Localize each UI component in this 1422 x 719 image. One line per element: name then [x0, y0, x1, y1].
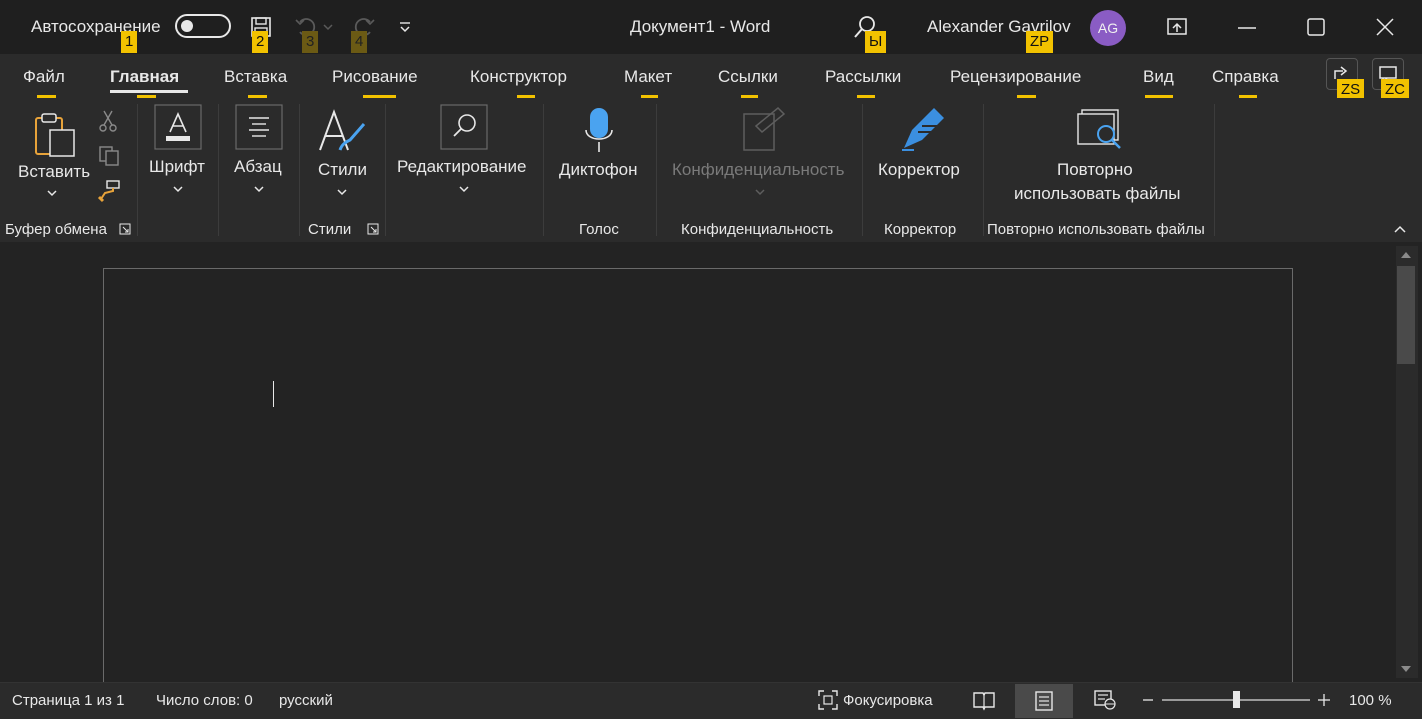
- editing-dropdown-icon[interactable]: [458, 184, 470, 194]
- reuse-files-icon[interactable]: [1074, 108, 1126, 154]
- group-separator: [299, 104, 300, 236]
- toggle-knob: [181, 20, 193, 32]
- customize-qat-icon[interactable]: [398, 20, 412, 34]
- tab-home[interactable]: Главная: [110, 67, 179, 87]
- zoom-out-icon[interactable]: [1142, 694, 1154, 706]
- sensitivity-dropdown-icon: [754, 187, 766, 197]
- tab-help[interactable]: Справка: [1212, 67, 1279, 87]
- ribbon-tab-row: [0, 54, 1422, 98]
- group-separator: [656, 104, 657, 236]
- group-label-sensitivity: Конфиденциальность: [681, 221, 834, 238]
- zoom-slider-thumb[interactable]: [1233, 691, 1240, 708]
- editing-icon[interactable]: [440, 104, 488, 150]
- tab-home-underline: [110, 90, 188, 93]
- styles-launcher-icon[interactable]: [367, 223, 379, 235]
- focus-icon[interactable]: [817, 689, 839, 711]
- ribbon-display-options-icon[interactable]: [1166, 16, 1188, 36]
- group-separator: [218, 104, 219, 236]
- scroll-up-icon[interactable]: [1400, 250, 1412, 260]
- paste-dropdown-icon[interactable]: [46, 188, 58, 198]
- minimize-icon[interactable]: [1238, 26, 1256, 30]
- group-label-styles: Стили: [308, 221, 352, 238]
- autosave-toggle[interactable]: [175, 14, 231, 38]
- tab-file[interactable]: Файл: [23, 67, 65, 87]
- close-icon[interactable]: [1376, 18, 1394, 36]
- styles-button-label[interactable]: Стили: [318, 160, 367, 180]
- group-label-clipboard: Буфер обмена: [5, 221, 107, 238]
- keytip-autosave: 1: [121, 31, 138, 53]
- tab-draw[interactable]: Рисование: [332, 67, 418, 87]
- group-separator: [862, 104, 863, 236]
- paragraph-button-label[interactable]: Абзац: [234, 157, 282, 177]
- keytip-search: Ы: [865, 31, 887, 53]
- zoom-in-icon[interactable]: [1317, 693, 1331, 707]
- scroll-down-icon[interactable]: [1400, 664, 1412, 674]
- editor-button-label[interactable]: Корректор: [878, 160, 960, 180]
- tab-insert[interactable]: Вставка: [224, 67, 287, 87]
- font-dropdown-icon[interactable]: [172, 184, 184, 194]
- format-painter-icon[interactable]: [97, 179, 121, 203]
- tab-view[interactable]: Вид: [1143, 67, 1174, 87]
- group-label-editor: Корректор: [884, 221, 957, 238]
- group-label-reuse: Повторно использовать файлы: [987, 221, 1205, 238]
- keytip-redo: 4: [351, 31, 368, 53]
- dictate-button-label[interactable]: Диктофон: [559, 160, 638, 180]
- tab-mailings[interactable]: Рассылки: [825, 67, 901, 87]
- print-layout-icon: [1035, 691, 1053, 711]
- collapse-ribbon-icon[interactable]: [1393, 224, 1407, 234]
- paragraph-dropdown-icon[interactable]: [253, 184, 265, 194]
- keytip-user: ZP: [1026, 31, 1054, 53]
- document-title: Документ1 - Word: [630, 17, 771, 36]
- tab-review[interactable]: Рецензирование: [950, 67, 1081, 87]
- text-cursor: [273, 381, 274, 407]
- reuse-files-label-line1[interactable]: Повторно: [1057, 160, 1133, 180]
- zoom-level[interactable]: 100 %: [1349, 692, 1392, 709]
- copy-icon[interactable]: [97, 144, 121, 168]
- sensitivity-icon: [740, 104, 786, 154]
- avatar[interactable]: AG: [1090, 10, 1126, 46]
- cut-icon[interactable]: [97, 109, 119, 133]
- status-page[interactable]: Страница 1 из 1: [12, 692, 124, 709]
- scrollbar-thumb[interactable]: [1397, 266, 1415, 364]
- paragraph-icon[interactable]: [235, 104, 283, 150]
- font-icon[interactable]: [154, 104, 202, 150]
- microphone-icon[interactable]: [584, 106, 614, 154]
- group-separator: [543, 104, 544, 236]
- clipboard-launcher-icon[interactable]: [119, 223, 131, 235]
- editor-icon[interactable]: [898, 104, 948, 154]
- paste-icon[interactable]: [30, 112, 80, 160]
- tab-layout[interactable]: Макет: [624, 67, 672, 87]
- tab-design[interactable]: Конструктор: [470, 67, 567, 87]
- editing-button-label[interactable]: Редактирование: [397, 157, 527, 177]
- font-button-label[interactable]: Шрифт: [149, 157, 205, 177]
- paste-button-label[interactable]: Вставить: [18, 162, 90, 182]
- tab-references[interactable]: Ссылки: [718, 67, 778, 87]
- status-word-count[interactable]: Число слов: 0: [156, 692, 253, 709]
- group-label-voice: Голос: [579, 221, 619, 238]
- keytip-undo: 3: [302, 31, 319, 53]
- group-separator: [385, 104, 386, 236]
- sensitivity-button-label: Конфиденциальность: [672, 160, 845, 179]
- maximize-icon[interactable]: [1307, 18, 1325, 36]
- autosave-label: Автосохранение: [31, 17, 161, 36]
- print-layout-button[interactable]: [1015, 684, 1073, 718]
- undo-dropdown-icon[interactable]: [322, 22, 334, 32]
- document-page[interactable]: [103, 268, 1293, 698]
- group-separator: [983, 104, 984, 236]
- read-mode-icon[interactable]: [972, 689, 996, 711]
- keytip-save: 2: [252, 31, 269, 53]
- status-language[interactable]: русский: [279, 692, 333, 709]
- status-focus-label[interactable]: Фокусировка: [843, 692, 933, 709]
- styles-dropdown-icon[interactable]: [336, 187, 348, 197]
- reuse-files-label-line2[interactable]: использовать файлы: [1014, 184, 1180, 204]
- web-layout-icon[interactable]: [1093, 689, 1117, 711]
- group-separator: [1214, 104, 1215, 236]
- group-separator: [137, 104, 138, 236]
- styles-icon[interactable]: [316, 106, 368, 156]
